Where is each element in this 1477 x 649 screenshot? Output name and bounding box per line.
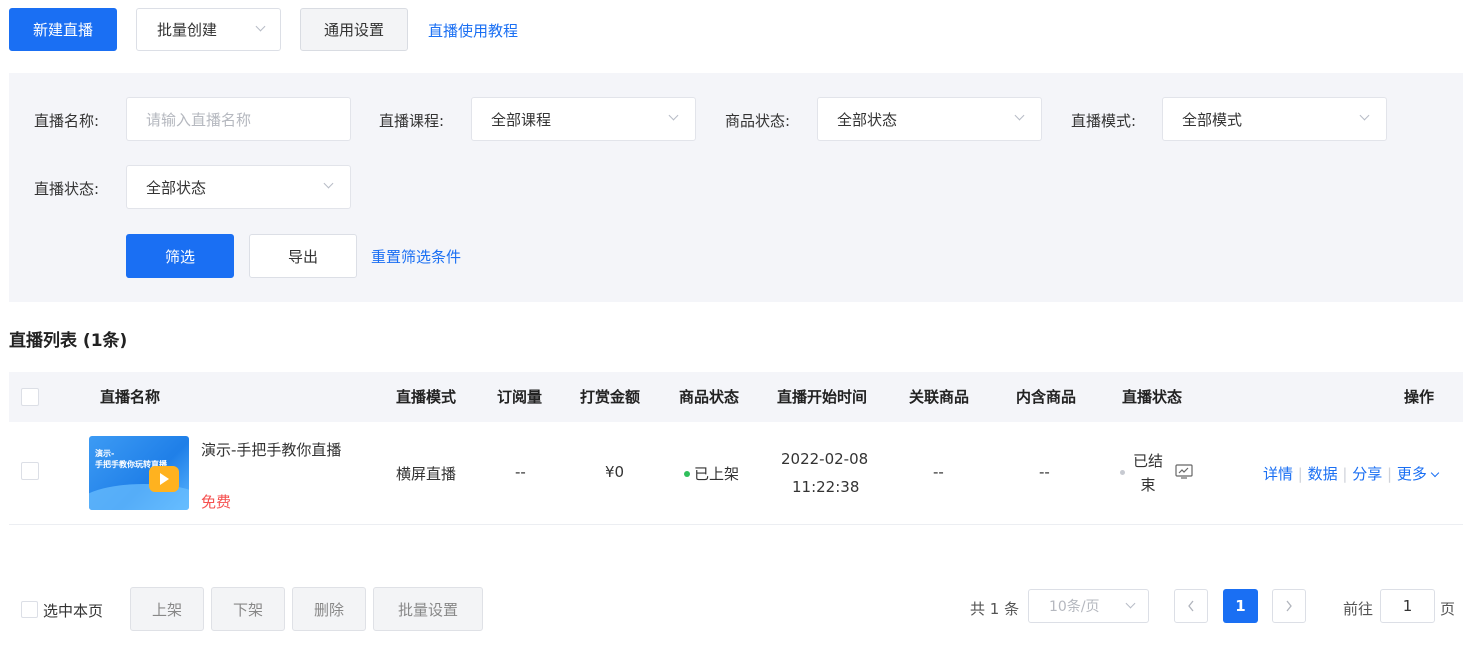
course-select-value: 全部课程	[491, 110, 552, 129]
name-filter-label: 直播名称:	[34, 112, 100, 130]
col-related-goods: 关联商品	[909, 388, 970, 406]
name-search-input[interactable]: 请输入直播名称	[126, 97, 351, 141]
chevron-down-icon	[255, 21, 266, 32]
related-goods: --	[933, 463, 944, 481]
live-status-filter-label: 直播状态:	[34, 180, 100, 198]
table-header: 直播名称 直播模式 订阅量 打赏金额 商品状态 直播开始时间 关联商品 内含商品…	[9, 372, 1463, 422]
filter-panel: 直播名称: 请输入直播名称 直播课程: 全部课程 商品状态: 全部状态 直播模式…	[9, 73, 1463, 302]
goto-page-value: 1	[1402, 597, 1413, 615]
col-start-time: 直播开始时间	[777, 388, 868, 406]
col-name: 直播名称	[100, 388, 161, 406]
live-status-select-value: 全部状态	[146, 178, 207, 197]
chevron-down-icon[interactable]	[1430, 468, 1440, 478]
chevron-down-icon	[323, 178, 334, 189]
goods-status: 已上架	[694, 465, 740, 483]
chevron-down-icon	[1359, 110, 1370, 121]
detail-link[interactable]: 详情	[1263, 465, 1293, 483]
live-name[interactable]: 演示-手把手教你直播	[201, 439, 361, 462]
mode-select-value: 全部模式	[1182, 110, 1243, 129]
separator: |	[1337, 465, 1353, 483]
goto-page-input[interactable]: 1	[1380, 589, 1435, 623]
shelve-button[interactable]: 上架	[130, 587, 204, 631]
live-status: 已结束	[1132, 452, 1163, 494]
row-actions: 详情 | 数据 | 分享 | 更多	[1263, 463, 1440, 484]
start-time: 11:22:38	[792, 478, 860, 496]
data-link[interactable]: 数据	[1308, 465, 1338, 483]
chevron-right-icon	[1286, 600, 1292, 612]
col-reward: 打赏金额	[580, 388, 641, 406]
general-settings-button[interactable]: 通用设置	[300, 8, 408, 51]
page-size-value: 10条/页	[1049, 599, 1100, 615]
included-goods: --	[1039, 463, 1050, 481]
row-checkbox[interactable]	[21, 462, 39, 480]
reward-amount: ¥0	[605, 463, 625, 481]
live-price: 免费	[201, 493, 232, 511]
course-filter-label: 直播课程:	[379, 112, 445, 130]
export-button[interactable]: 导出	[249, 234, 357, 278]
select-page-checkbox[interactable]	[21, 601, 38, 618]
total-count: 共 1 条	[970, 600, 1020, 618]
separator: |	[1382, 465, 1397, 483]
col-mode: 直播模式	[396, 388, 457, 406]
start-date: 2022-02-08	[781, 450, 869, 468]
page-size-select[interactable]: 10条/页	[1028, 589, 1149, 623]
live-mode: 横屏直播	[396, 465, 457, 483]
chevron-left-icon	[1188, 600, 1194, 612]
subscriptions: --	[515, 463, 526, 481]
col-goods-status: 商品状态	[679, 388, 740, 406]
delete-button[interactable]: 删除	[292, 587, 366, 631]
table-row: 演示- 手把手教你玩转直播 演示-手把手教你直播 免费 横屏直播 -- ¥0 已…	[9, 422, 1463, 525]
current-page-button[interactable]: 1	[1223, 589, 1258, 623]
mode-select[interactable]: 全部模式	[1162, 97, 1387, 141]
col-live-status: 直播状态	[1122, 388, 1183, 406]
status-dot-green	[684, 471, 690, 477]
status-dot-gray	[1120, 470, 1125, 475]
chevron-down-icon	[668, 110, 679, 121]
replay-icon[interactable]	[1175, 464, 1193, 479]
goods-status-select[interactable]: 全部状态	[817, 97, 1042, 141]
live-thumbnail[interactable]: 演示- 手把手教你玩转直播	[89, 436, 189, 510]
tutorial-link[interactable]: 直播使用教程	[428, 20, 518, 41]
select-all-checkbox[interactable]	[21, 388, 39, 406]
goods-status-select-value: 全部状态	[837, 110, 898, 129]
goto-label: 前往	[1343, 600, 1374, 618]
col-actions: 操作	[1404, 388, 1435, 406]
chevron-down-icon	[1125, 598, 1136, 609]
footer-bar: 选中本页 上架 下架 删除 批量设置 共 1 条 10条/页 1 前往 1 页	[0, 585, 1477, 633]
filter-button[interactable]: 筛选	[126, 234, 234, 278]
reset-filters-link[interactable]: 重置筛选条件	[371, 246, 461, 267]
more-link[interactable]: 更多	[1397, 465, 1427, 483]
unshelve-button[interactable]: 下架	[211, 587, 285, 631]
batch-settings-button[interactable]: 批量设置	[373, 587, 483, 631]
prev-page-button[interactable]	[1174, 589, 1208, 623]
play-icon	[149, 466, 179, 492]
live-status-select[interactable]: 全部状态	[126, 165, 351, 209]
next-page-button[interactable]	[1272, 589, 1306, 623]
select-page-label[interactable]: 选中本页	[43, 600, 103, 621]
share-link[interactable]: 分享	[1352, 465, 1382, 483]
goods-status-filter-label: 商品状态:	[725, 112, 791, 130]
separator: |	[1293, 465, 1308, 483]
name-input-placeholder: 请输入直播名称	[146, 110, 252, 129]
batch-create-label: 批量创建	[157, 21, 218, 39]
new-live-button[interactable]: 新建直播	[9, 8, 117, 51]
chevron-down-icon	[1014, 110, 1025, 121]
course-select[interactable]: 全部课程	[471, 97, 696, 141]
col-included-goods: 内含商品	[1016, 388, 1077, 406]
col-subscriptions: 订阅量	[497, 388, 543, 406]
page-suffix: 页	[1440, 600, 1456, 618]
mode-filter-label: 直播模式:	[1071, 112, 1137, 130]
list-title: 直播列表 (1条)	[9, 331, 128, 351]
batch-create-dropdown[interactable]: 批量创建	[136, 8, 281, 51]
